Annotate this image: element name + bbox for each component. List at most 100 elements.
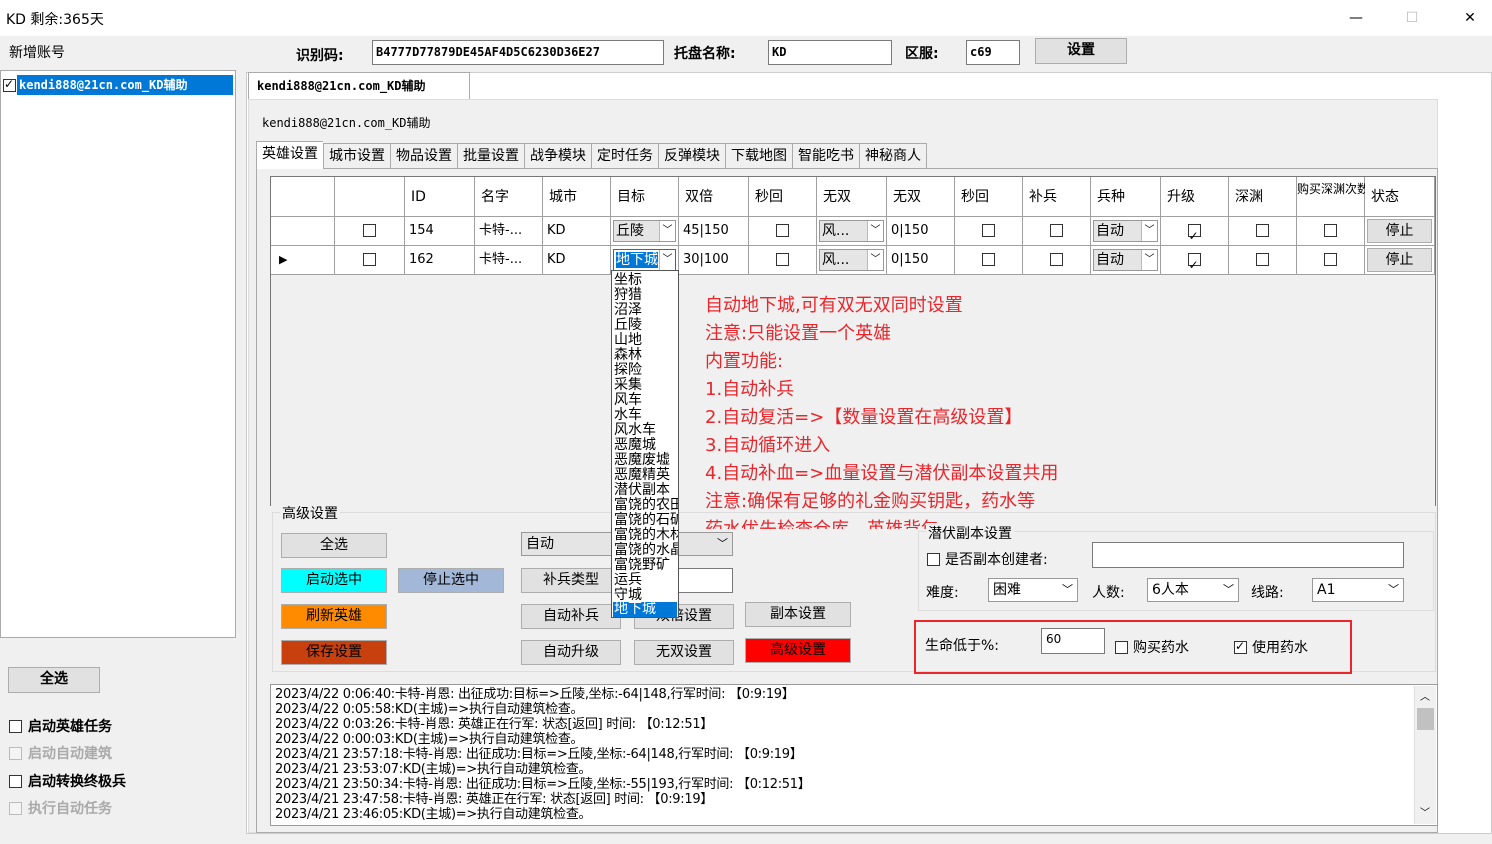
tab-rebound-module[interactable]: 反弹模块	[658, 143, 725, 169]
buy-abyss-checkbox[interactable]	[1323, 253, 1337, 266]
tab-city-settings[interactable]: 城市设置	[323, 143, 390, 169]
col-header-name[interactable]: 名字	[475, 177, 543, 217]
dropdown-item[interactable]: 风车	[614, 393, 642, 408]
cell-city[interactable]: KD	[543, 217, 611, 246]
cell-quick-return-2[interactable]	[955, 246, 1023, 275]
table-row[interactable]	[335, 246, 405, 275]
start-auto-build-option[interactable]: 启动自动建筑	[9, 743, 112, 763]
settings-button[interactable]: 设置	[1035, 38, 1127, 64]
stop-button[interactable]: 停止	[1367, 219, 1432, 243]
use-potion-checkbox[interactable]	[1234, 639, 1247, 654]
id-code-input[interactable]: B4777D77879DE45AF4D5C6230D36E27	[372, 40, 664, 65]
cell-quick-return[interactable]	[749, 217, 817, 246]
server-input[interactable]: c69	[966, 40, 1020, 65]
col-header-quick-return-2[interactable]: 秒回	[955, 177, 1023, 217]
tab-smart-book[interactable]: 智能吃书	[792, 143, 859, 169]
tab-batch-settings[interactable]: 批量设置	[457, 143, 524, 169]
abyss-checkbox[interactable]	[1255, 224, 1269, 237]
dropdown-item[interactable]: 狩猎	[614, 288, 642, 303]
dropdown-item[interactable]: 探险	[614, 363, 642, 378]
reinforce-checkbox[interactable]	[1049, 224, 1063, 237]
dropdown-item[interactable]: 水车	[614, 408, 642, 423]
start-hero-task-option[interactable]: 启动英雄任务	[9, 716, 112, 736]
cell-name[interactable]: 卡特-...	[475, 217, 543, 246]
cell-id[interactable]: 162	[405, 246, 475, 275]
wushuang-combo[interactable]: 风... ﹀	[819, 249, 884, 271]
refresh-heroes-button[interactable]: 刷新英雄	[281, 604, 387, 629]
cell-abyss[interactable]	[1229, 217, 1297, 246]
log-scrollbar[interactable]: ︿ ﹀	[1414, 686, 1436, 824]
col-header-id[interactable]: ID	[405, 177, 475, 217]
tab-item-settings[interactable]: 物品设置	[390, 143, 457, 169]
buy-abyss-checkbox[interactable]	[1323, 224, 1337, 237]
scroll-down-icon[interactable]: ﹀	[1420, 804, 1430, 819]
difficulty-select[interactable]: 困难 ﹀	[988, 578, 1078, 602]
dropdown-item[interactable]: 恶魔城	[614, 438, 656, 453]
reinforce-checkbox[interactable]	[1049, 253, 1063, 266]
upgrade-checkbox[interactable]	[1187, 251, 1201, 274]
row-select-checkbox[interactable]	[362, 224, 376, 237]
auto-upgrade-button[interactable]: 自动升级	[521, 640, 621, 665]
dropdown-item[interactable]: 丘陵	[614, 318, 642, 333]
cell-troop[interactable]: 自动 ﹀	[1091, 246, 1161, 275]
wushuang-settings-button[interactable]: 无双设置	[634, 640, 734, 665]
col-header-target[interactable]: 目标	[611, 177, 679, 217]
cell-target[interactable]: 丘陵 ﹀	[611, 217, 679, 246]
save-settings-button[interactable]: 保存设置	[281, 640, 387, 665]
hp-threshold-input[interactable]: 60	[1041, 628, 1105, 654]
account-item[interactable]: kendi888@21cn.com_KD辅助	[3, 75, 235, 95]
dropdown-item[interactable]: 坐标	[614, 273, 642, 288]
cell-wushuang-count[interactable]: 0|150	[887, 246, 955, 275]
buy-potion-option[interactable]: 购买药水	[1115, 637, 1189, 657]
target-combo-open[interactable]: 地下城 ﹀	[613, 249, 676, 271]
cell-status[interactable]: 停止	[1365, 246, 1435, 275]
dropdown-item-selected[interactable]: 地下城	[613, 602, 677, 617]
col-header-buy-abyss[interactable]: 购买深渊次数	[1297, 177, 1369, 217]
cell-wushuang[interactable]: 风... ﹀	[817, 246, 887, 275]
start-selected-button[interactable]: 启动选中	[281, 568, 387, 593]
dropdown-item[interactable]: 富饶野矿	[614, 558, 670, 573]
col-header-wushuang-count[interactable]: 无双	[887, 177, 955, 217]
buy-potion-checkbox[interactable]	[1115, 640, 1128, 654]
cell-buy-abyss[interactable]	[1297, 217, 1365, 246]
col-header-wushuang[interactable]: 无双	[817, 177, 887, 217]
minimize-button[interactable]: —	[1334, 6, 1378, 30]
cell-abyss[interactable]	[1229, 246, 1297, 275]
scroll-thumb[interactable]	[1417, 708, 1434, 730]
cell-name[interactable]: 卡特-...	[475, 246, 543, 275]
log-box[interactable]: 2023/4/22 0:06:40:卡特-肖恩: 出征成功:目标=>丘陵,坐标:…	[270, 684, 1438, 826]
cell-double[interactable]: 45|150	[679, 217, 749, 246]
auto-reinforce-button[interactable]: 自动补兵	[521, 604, 621, 629]
row-select-checkbox[interactable]	[362, 253, 376, 266]
dropdown-item[interactable]: 富饶的水晶	[614, 543, 678, 558]
upgrade-checkbox[interactable]	[1187, 222, 1201, 245]
dropdown-item[interactable]: 沼泽	[614, 303, 642, 318]
creator-input[interactable]	[1092, 542, 1404, 568]
row-header[interactable]	[271, 217, 335, 246]
dropdown-item[interactable]: 采集	[614, 378, 642, 393]
dropdown-item[interactable]: 山地	[614, 333, 642, 348]
col-header-status[interactable]: 状态	[1365, 177, 1435, 217]
is-creator-option[interactable]: 是否副本创建者:	[927, 549, 1048, 569]
dropdown-item[interactable]: 富饶的农田	[614, 498, 678, 513]
tab-download-map[interactable]: 下载地图	[725, 143, 792, 169]
quick-return-checkbox[interactable]	[775, 224, 789, 237]
troop-combo[interactable]: 自动 ﹀	[1093, 249, 1158, 271]
run-auto-task-option[interactable]: 执行自动任务	[9, 798, 112, 818]
cell-buy-abyss[interactable]	[1297, 246, 1365, 275]
quick-return-checkbox[interactable]	[775, 253, 789, 266]
people-select[interactable]: 6人本 ﹀	[1147, 578, 1239, 602]
col-header-upgrade[interactable]: 升级	[1161, 177, 1229, 217]
dropdown-item[interactable]: 风水车	[614, 423, 656, 438]
stop-button[interactable]: 停止	[1367, 248, 1432, 272]
abyss-checkbox[interactable]	[1255, 253, 1269, 266]
cell-id[interactable]: 154	[405, 217, 475, 246]
tab-scheduled-tasks[interactable]: 定时任务	[591, 143, 658, 169]
cell-reinforce[interactable]	[1023, 217, 1091, 246]
start-auto-build-checkbox[interactable]	[9, 746, 22, 760]
col-header-reinforce[interactable]: 补兵	[1023, 177, 1091, 217]
advanced-settings-button[interactable]: 高级设置	[745, 638, 851, 663]
cell-status[interactable]: 停止	[1365, 217, 1435, 246]
cell-upgrade[interactable]	[1161, 246, 1229, 275]
row-header[interactable]: ▶	[271, 246, 335, 275]
